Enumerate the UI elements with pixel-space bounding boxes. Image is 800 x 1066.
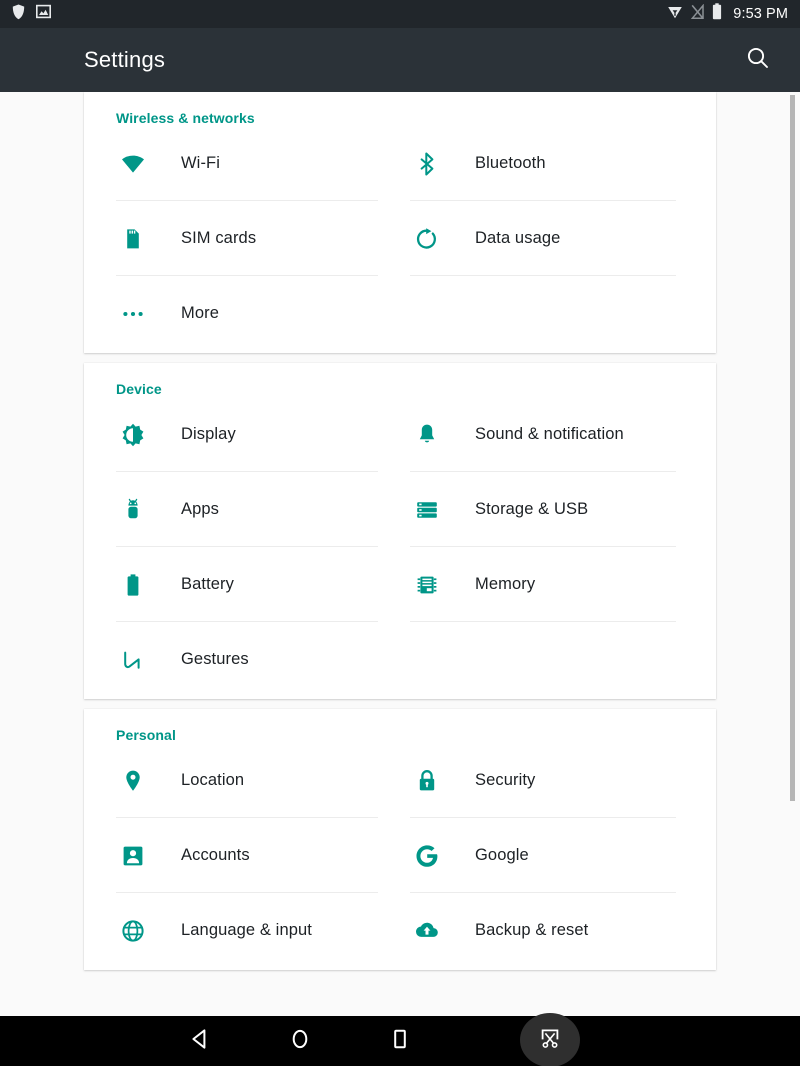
back-triangle-icon: [187, 1026, 213, 1057]
screenshot-image-icon: [36, 4, 51, 24]
settings-item-label: Memory: [475, 575, 536, 593]
account-box-icon: [116, 843, 150, 869]
wifi-icon: [116, 151, 150, 177]
settings-item-label: Gestures: [181, 650, 249, 668]
status-bar-right-icons: 9:53 PM: [667, 3, 788, 25]
navigation-bar: [0, 1013, 800, 1066]
settings-item-data-usage[interactable]: Data usage: [400, 201, 692, 276]
section-header-personal: Personal: [116, 727, 176, 743]
vpn-key-icon: [667, 4, 683, 25]
battery-full-icon: [712, 3, 722, 25]
settings-rows-device: Display Sound & notification Apps Storag…: [84, 397, 716, 697]
settings-item-empty-slot: [400, 276, 692, 351]
settings-item-label: Sound & notification: [475, 425, 624, 443]
settings-item-label: Wi-Fi: [181, 154, 220, 172]
vertical-scrollbar[interactable]: [790, 95, 795, 801]
data-usage-icon: [410, 226, 444, 252]
settings-item-sim-cards[interactable]: SIM cards: [108, 201, 400, 276]
settings-rows-wireless: Wi-Fi Bluetooth SIM cards Data usage Mor…: [84, 126, 716, 351]
recents-button[interactable]: [350, 1016, 450, 1066]
settings-item-language-input[interactable]: Language & input: [108, 893, 400, 968]
settings-item-sound-notification[interactable]: Sound & notification: [400, 397, 692, 472]
settings-item-gestures[interactable]: Gestures: [108, 622, 400, 697]
settings-item-backup-reset[interactable]: Backup & reset: [400, 893, 692, 968]
screenshot-button-bg: [520, 1013, 580, 1066]
settings-item-label: Security: [475, 771, 536, 789]
settings-item-label: Language & input: [181, 921, 312, 939]
recents-square-icon: [387, 1026, 413, 1057]
settings-card-personal: Personal Location Security Accounts Goog…: [84, 709, 716, 970]
settings-item-location[interactable]: Location: [108, 743, 400, 818]
settings-item-label: More: [181, 304, 219, 322]
home-circle-icon: [287, 1026, 313, 1057]
settings-item-label: Storage & USB: [475, 500, 589, 518]
bluetooth-icon: [410, 151, 444, 177]
settings-item-google[interactable]: Google: [400, 818, 692, 893]
memory-chip-icon: [410, 572, 444, 598]
app-bar: Settings: [0, 28, 800, 92]
status-bar-clock: 9:53 PM: [733, 6, 788, 22]
settings-item-more[interactable]: More: [108, 276, 400, 351]
settings-item-memory[interactable]: Memory: [400, 547, 692, 622]
settings-item-label: Display: [181, 425, 236, 443]
settings-item-wifi[interactable]: Wi-Fi: [108, 126, 400, 201]
settings-item-bluetooth[interactable]: Bluetooth: [400, 126, 692, 201]
settings-item-label: Data usage: [475, 229, 561, 247]
cloud-upload-icon: [410, 918, 444, 944]
brightness-icon: [116, 422, 150, 448]
settings-item-empty-slot: [400, 622, 692, 697]
section-header-wireless: Wireless & networks: [116, 110, 255, 126]
settings-scroll-container[interactable]: Wireless & networks Wi-Fi Bluetooth SIM …: [0, 92, 800, 1016]
section-header-device: Device: [116, 381, 162, 397]
search-button[interactable]: [738, 40, 778, 80]
lock-icon: [410, 768, 444, 794]
more-dots-icon: [116, 301, 150, 327]
settings-item-label: Apps: [181, 500, 220, 518]
settings-item-security[interactable]: Security: [400, 743, 692, 818]
storage-icon: [410, 497, 444, 523]
globe-icon: [116, 918, 150, 944]
settings-item-label: Battery: [181, 575, 234, 593]
settings-item-label: Bluetooth: [475, 154, 546, 172]
back-button[interactable]: [150, 1016, 250, 1066]
settings-rows-personal: Location Security Accounts Google Langua…: [84, 743, 716, 968]
settings-item-storage-usb[interactable]: Storage & USB: [400, 472, 692, 547]
shield-icon: [12, 4, 25, 25]
screenshot-button[interactable]: [510, 1013, 590, 1066]
status-bar: 9:53 PM: [0, 0, 800, 28]
gestures-icon: [116, 647, 150, 673]
settings-item-battery[interactable]: Battery: [108, 547, 400, 622]
settings-card-wireless: Wireless & networks Wi-Fi Bluetooth SIM …: [84, 92, 716, 353]
android-settings-screen: 9:53 PM Settings Wireless & networks Wi-…: [0, 0, 800, 1066]
settings-item-label: Accounts: [181, 846, 250, 864]
settings-item-label: Google: [475, 846, 529, 864]
bell-icon: [410, 422, 444, 448]
settings-item-label: Backup & reset: [475, 921, 589, 939]
no-signal-icon: [691, 3, 705, 25]
settings-item-display[interactable]: Display: [108, 397, 400, 472]
settings-item-label: SIM cards: [181, 229, 257, 247]
settings-card-device: Device Display Sound & notification Apps…: [84, 363, 716, 699]
home-button[interactable]: [250, 1016, 350, 1066]
search-icon: [745, 45, 771, 76]
status-bar-left-icons: [12, 4, 51, 25]
settings-item-label: Location: [181, 771, 245, 789]
page-title: Settings: [84, 47, 166, 72]
sim-card-icon: [116, 226, 150, 252]
settings-item-accounts[interactable]: Accounts: [108, 818, 400, 893]
android-icon: [116, 497, 150, 523]
settings-item-apps[interactable]: Apps: [108, 472, 400, 547]
scissors-screenshot-icon: [537, 1025, 563, 1056]
battery-icon: [116, 572, 150, 598]
location-pin-icon: [116, 768, 150, 794]
google-g-icon: [410, 843, 444, 869]
